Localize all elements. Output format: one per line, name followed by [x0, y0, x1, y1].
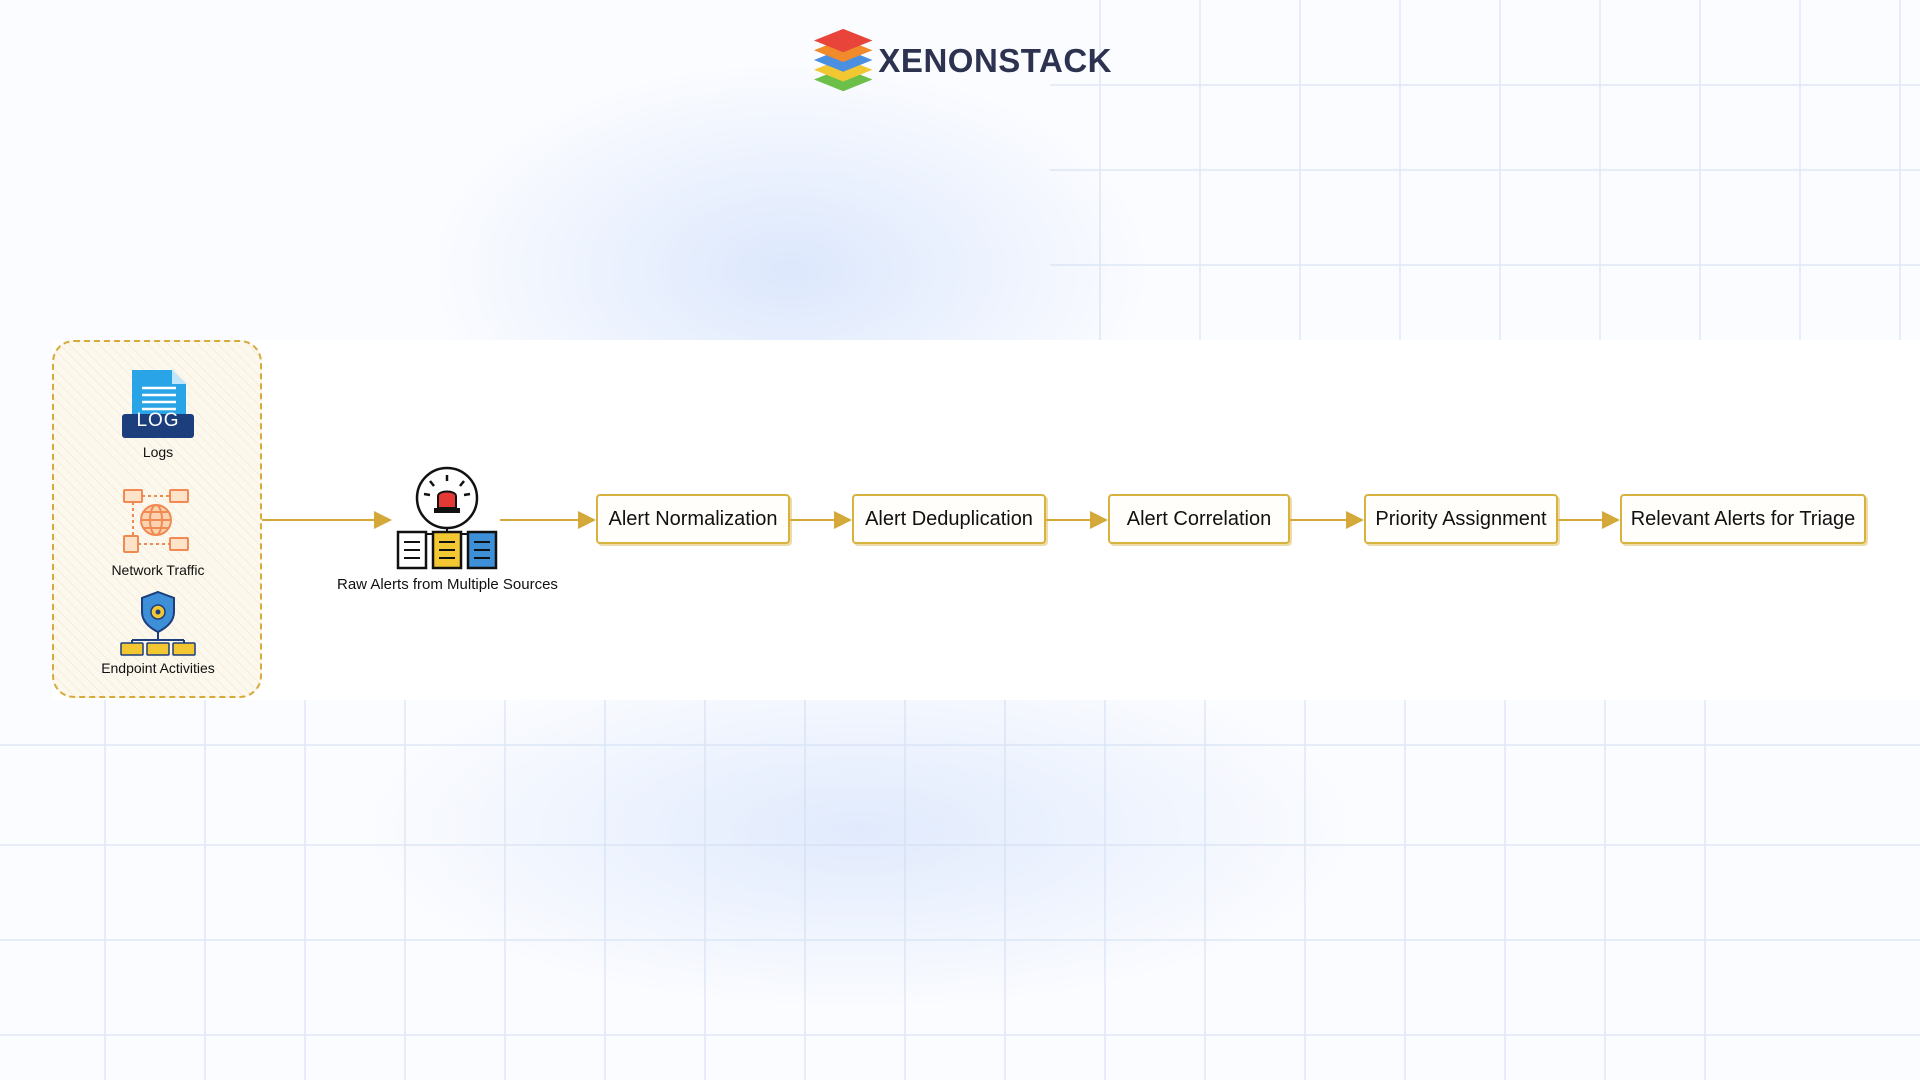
brand-name: XENONSTACK	[878, 42, 1112, 79]
brand-logo: XENONSTACK	[812, 26, 1112, 96]
background-grid-top	[1050, 0, 1920, 340]
step-alert-deduplication: Alert Deduplication	[852, 494, 1046, 544]
stacked-layers-icon	[813, 28, 873, 92]
step-alert-correlation: Alert Correlation	[1108, 494, 1290, 544]
step-alert-normalization: Alert Normalization	[596, 494, 790, 544]
step-priority-assignment: Priority Assignment	[1364, 494, 1558, 544]
background-grid-bottom	[0, 700, 1920, 1080]
alert-triage-flow-diagram: LOG Logs Network Traffic Endpoint Activi…	[52, 340, 1920, 700]
step-relevant-alerts-for-triage: Relevant Alerts for Triage	[1620, 494, 1866, 544]
